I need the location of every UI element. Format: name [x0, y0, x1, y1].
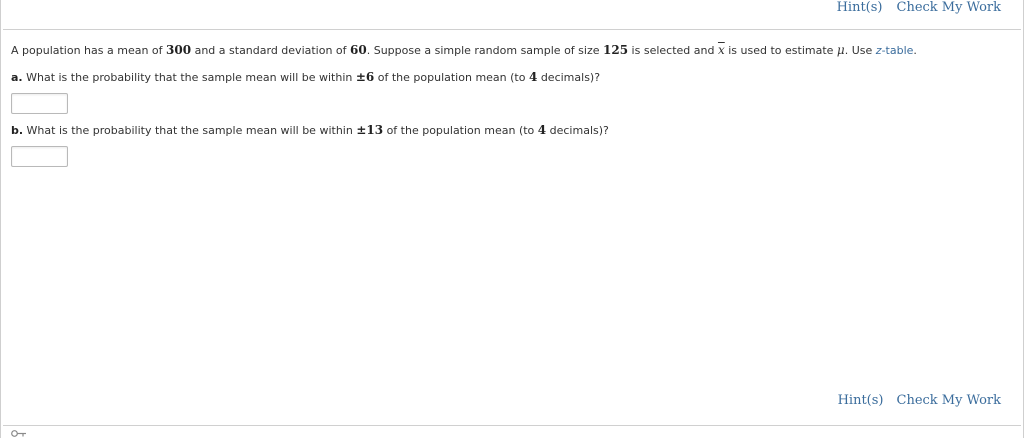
part-a-label: a.: [11, 71, 23, 84]
key-icon: [11, 429, 27, 438]
question-frame: Hint(s) Check My Work A population has a …: [0, 0, 1024, 438]
answer-a-input[interactable]: [11, 93, 68, 114]
part-a-range: ±6: [355, 70, 375, 84]
check-my-work-link-top[interactable]: Check My Work: [897, 0, 1002, 15]
hint-link-bottom[interactable]: Hint(s): [838, 393, 884, 408]
hint-link-top[interactable]: Hint(s): [837, 0, 883, 15]
question-part-b: b. What is the probability that the samp…: [11, 123, 609, 137]
answer-b-input[interactable]: [11, 146, 68, 167]
part-b-decimals: 4: [537, 123, 547, 137]
top-actions: Hint(s) Check My Work: [837, 0, 1001, 15]
question-intro: A population has a mean of 300 and a sta…: [11, 43, 917, 57]
standard-deviation: 60: [350, 43, 367, 57]
z-table-link[interactable]: z-table: [876, 44, 914, 57]
bottom-divider: [3, 425, 1021, 426]
check-my-work-link-bottom[interactable]: Check My Work: [897, 393, 1002, 408]
sample-mean-symbol: x: [717, 43, 725, 57]
population-mean: 300: [166, 43, 192, 57]
bottom-actions: Hint(s) Check My Work: [838, 389, 1001, 408]
footer-stub: [11, 429, 27, 438]
mu-symbol: μ: [836, 43, 845, 57]
question-part-a: a. What is the probability that the samp…: [11, 70, 601, 84]
part-b-range: ±13: [356, 123, 384, 137]
sample-size: 125: [603, 43, 629, 57]
part-b-label: b.: [11, 124, 24, 137]
top-divider: [3, 29, 1021, 30]
